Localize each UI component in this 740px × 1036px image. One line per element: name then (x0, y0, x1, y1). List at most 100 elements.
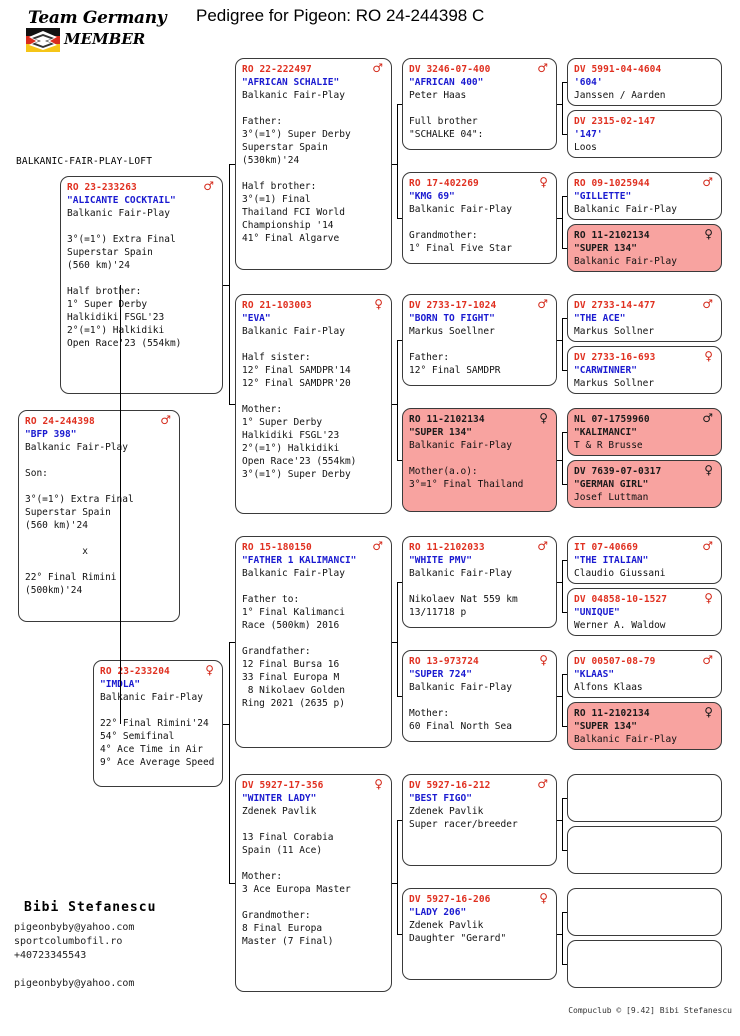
pedigree-box-g1_sire[interactable]: RO 23-233263 ♂ "ALICANTE COCKTAIL" Balkanic… (60, 176, 223, 394)
pedigree-box-header: RO 17-402269 ♀ (409, 176, 550, 190)
pedigree-box-g4_9[interactable]: IT 07-40669 ♂ "THE ITALIAN" Claudio Giussan… (567, 536, 722, 584)
pedigree-detail-line: Mother(a.o): (409, 466, 478, 477)
pedigree-box-g2_2[interactable]: RO 21-103003 ♀ "EVA" Balkanic Fair-Play Hal… (235, 294, 392, 514)
ring-number: DV 2315-02-147 (574, 116, 656, 127)
pedigree-detail-line: Superstar Spain (242, 142, 328, 153)
pedigree-box-g4_16[interactable] (567, 940, 722, 988)
pedigree-box-g4_1[interactable]: DV 5991-04-4604 '604' Janssen / Aarden (567, 58, 722, 106)
pigeon-name: "SUPER 134" (574, 243, 637, 254)
pedigree-box-g4_4[interactable]: RO 11-2102134 ♀ "SUPER 134" Balkanic Fair-P… (567, 224, 722, 272)
pedigree-box-header: RO 15-180150 ♂ (242, 540, 385, 554)
pedigree-box-g2_4[interactable]: DV 5927-17-356 ♀ "WINTER LADY" Zdenek Pavli… (235, 774, 392, 992)
pedigree-box-g3_6[interactable]: RO 13-973724 ♀ "SUPER 724" Balkanic Fair-Pl… (402, 650, 557, 742)
male-symbol-icon: ♂ (537, 61, 548, 75)
pedigree-box-g4_8[interactable]: DV 7639-07-0317 ♀ "GERMAN GIRL" Josef Luttm… (567, 460, 722, 508)
pigeon-name: "KALIMANCI" (574, 427, 637, 438)
connector-segment (562, 612, 567, 613)
pedigree-box-g4_12[interactable]: RO 11-2102134 ♀ "SUPER 134" Balkanic Fair-P… (567, 702, 722, 750)
pigeon-name: "AFRICAN 400" (409, 77, 484, 88)
ring-number: DV 7639-07-0317 (574, 466, 662, 477)
pedigree-detail-line: Grandmother: (409, 230, 478, 241)
pigeon-name: "FATHER 1 KALIMANCI" (242, 555, 357, 566)
female-symbol-icon: ♀ (704, 705, 713, 719)
pedigree-box-g4_3[interactable]: RO 09-1025944 ♂ "GILLETTE" Balkanic Fair-Pl… (567, 172, 722, 220)
female-symbol-icon: ♀ (704, 591, 713, 605)
connector-segment (562, 560, 563, 612)
pedigree-detail-line (242, 857, 385, 870)
pedigree-detail-line: 13/11718 p (409, 607, 467, 618)
pedigree-detail-line (67, 272, 216, 285)
connector-segment (397, 340, 402, 341)
pedigree-box-g3_4[interactable]: RO 11-2102134 ♀ "SUPER 134" Balkanic Fair-P… (402, 408, 557, 512)
pigeon-name: "EVA" (242, 313, 271, 324)
pedigree-box-g3_7[interactable]: DV 5927-16-212 ♂ "BEST FIGO" Zdenek Pavlik S… (402, 774, 557, 866)
pedigree-box-g3_1[interactable]: DV 3246-07-400 ♂ "AFRICAN 400" Peter Haas F… (402, 58, 557, 150)
connector-segment (562, 82, 563, 134)
pedigree-detail-line (25, 480, 173, 493)
connector-segment (397, 340, 398, 460)
pedigree-box-g3_5[interactable]: RO 11-2102033 ♂ "WHITE PMV" Balkanic Fair-P… (402, 536, 557, 628)
ring-number: RO 15-180150 (242, 542, 312, 553)
connector-segment (562, 196, 567, 197)
pedigree-detail-line: Balkanic Fair-Play (100, 692, 203, 703)
pedigree-box-subject[interactable]: RO 24-244398 ♂ "BFP 398" Balkanic Fair-Play… (18, 410, 180, 622)
connector-segment (562, 82, 567, 83)
female-symbol-icon: ♀ (704, 463, 713, 477)
ring-number: DV 2733-17-1024 (409, 300, 497, 311)
pedigree-detail-line: 8 Final Europa (242, 923, 323, 934)
pedigree-detail-line: Balkanic Fair-Play (242, 90, 345, 101)
pedigree-box-g2_1[interactable]: RO 22-222497 ♂ "AFRICAN SCHALIE" Balkanic F… (235, 58, 392, 270)
pedigree-detail-line: 1° Final Five Star (409, 243, 512, 254)
pedigree-box-g4_14[interactable] (567, 826, 722, 874)
pedigree-box-g4_15[interactable] (567, 888, 722, 936)
pedigree-detail-line: 9° Ace Average Speed (100, 757, 215, 768)
pedigree-detail-line (242, 390, 385, 403)
pedigree-detail-line: Grandmother: (242, 910, 311, 921)
pedigree-detail-line (409, 102, 550, 115)
pedigree-box-g4_13[interactable] (567, 774, 722, 822)
pigeon-name: "GERMAN GIRL" (574, 479, 649, 490)
pedigree-box-g3_8[interactable]: DV 5927-16-206 ♀ "LADY 206" Zdenek Pavlik Da… (402, 888, 557, 980)
pedigree-detail-line: Father: (242, 116, 283, 127)
female-symbol-icon: ♀ (704, 227, 713, 241)
connector-segment (397, 934, 402, 935)
pedigree-box-g3_2[interactable]: RO 17-402269 ♀ "KMG 69" Balkanic Fair-Play … (402, 172, 557, 264)
pedigree-detail-line (242, 818, 385, 831)
connector-segment (397, 582, 402, 583)
pedigree-box-header: RO 23-233204 ♀ (100, 664, 216, 678)
pedigree-box-header: DV 5927-17-356 ♀ (242, 777, 385, 792)
pedigree-box-g4_10[interactable]: DV 04858-10-1527 ♀ "UNIQUE" Werner A. Waldo… (567, 588, 722, 636)
ring-number: DV 2733-16-693 (574, 352, 656, 363)
pedigree-box-g4_7[interactable]: NL 07-1759960 ♂ "KALIMANCI" T & R Brusse (567, 408, 722, 456)
pedigree-box-header: DV 3246-07-400 ♂ (409, 61, 550, 76)
pedigree-box-g2_3[interactable]: RO 15-180150 ♂ "FATHER 1 KALIMANCI" Balkani… (235, 536, 392, 748)
pedigree-box-g3_3[interactable]: DV 2733-17-1024 ♂ "BORN TO FIGHT" Markus So… (402, 294, 557, 386)
ring-number: DV 5927-16-212 (409, 780, 491, 791)
pedigree-detail-line: (560 km)'24 (25, 520, 88, 531)
pedigree-box-g4_5[interactable]: DV 2733-14-477 ♂ "THE ACE" Markus Sollner (567, 294, 722, 342)
pedigree-box-g1_dam[interactable]: RO 23-233204 ♀"IMDLA"Balkanic Fair-Play 2… (93, 660, 223, 787)
pigeon-name: "BORN TO FIGHT" (409, 313, 495, 324)
pedigree-detail-line: 1° Super Derby (242, 417, 323, 428)
connector-segment (229, 164, 235, 165)
pedigree-detail-line: 1° Final Kalimanci (242, 607, 345, 618)
pedigree-detail-line (100, 704, 216, 717)
pedigree-detail-line: Markus Sollner (574, 326, 655, 337)
female-symbol-icon: ♀ (374, 777, 383, 791)
pedigree-detail-line: 22° Final Rimini'24 (100, 718, 209, 729)
pedigree-detail-line: Mother: (242, 871, 283, 882)
pedigree-detail-line (409, 216, 550, 229)
connector-segment (562, 912, 563, 964)
pedigree-box-g4_6[interactable]: DV 2733-16-693 ♀ "CARWINNER" Markus Sollner (567, 346, 722, 394)
pedigree-detail-line (242, 580, 385, 593)
pedigree-detail-line (242, 167, 385, 180)
pigeon-name: "UNIQUE" (574, 607, 620, 618)
pedigree-box-header: DV 00507-08-79 ♂ (574, 654, 715, 668)
connector-segment (397, 104, 402, 105)
pedigree-box-g4_2[interactable]: DV 2315-02-147 '147' Loos (567, 110, 722, 158)
pedigree-detail-line: 8 Nikolaev Golden (242, 685, 345, 696)
pedigree-box-g4_11[interactable]: DV 00507-08-79 ♂ "KLAAS" Alfons Klaas (567, 650, 722, 698)
pedigree-box-header: DV 7639-07-0317 ♀ (574, 463, 715, 478)
pedigree-detail-line: Markus Sollner (574, 378, 655, 389)
pedigree-box-header: DV 2733-14-477 ♂ (574, 298, 715, 312)
